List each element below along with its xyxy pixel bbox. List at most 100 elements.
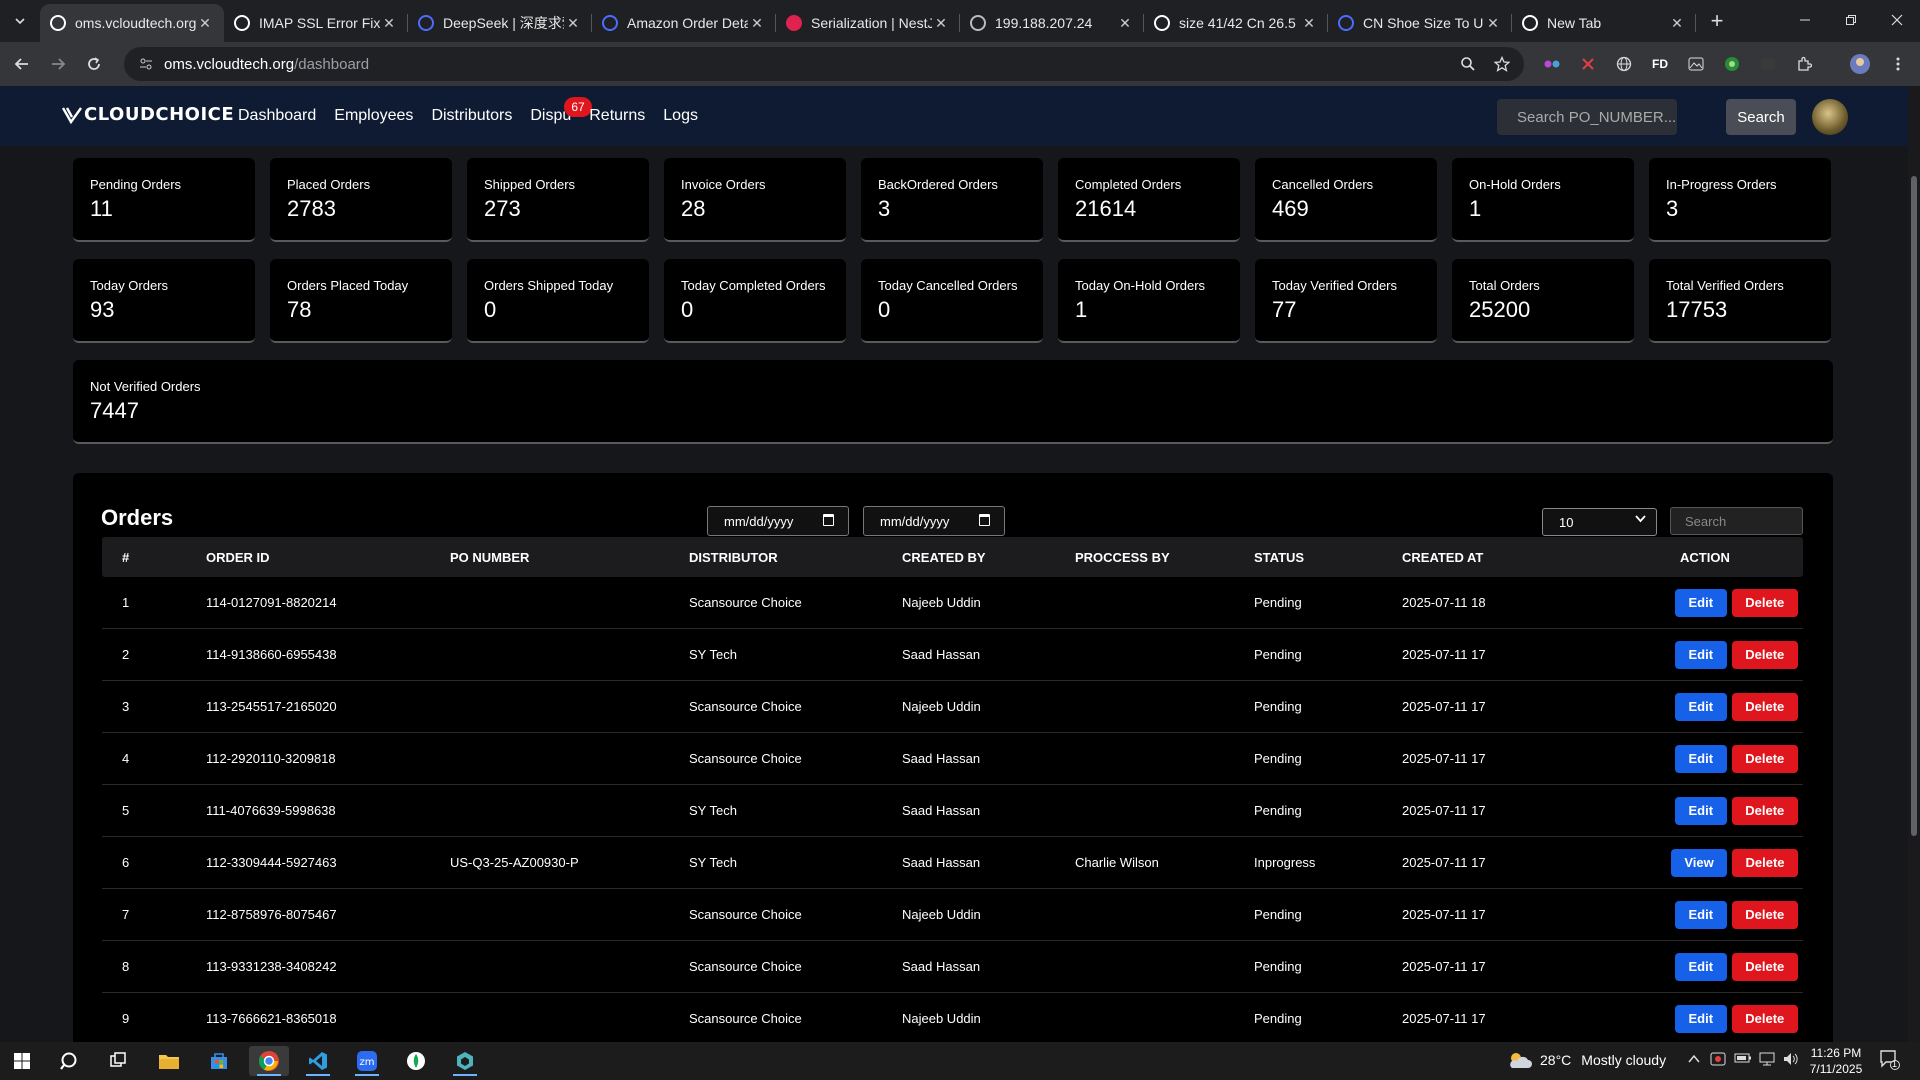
edit-button[interactable]: Edit xyxy=(1675,692,1727,721)
tray-app-icon[interactable] xyxy=(1710,1051,1726,1070)
browser-tab[interactable]: Serialization | NestJS ✕ xyxy=(776,4,960,42)
date-from-input[interactable]: mm/dd/yyyy xyxy=(707,506,849,536)
brand-logo[interactable]: CLOUDCHOICE xyxy=(62,104,234,125)
calendar-icon[interactable] xyxy=(979,514,990,526)
zoom-icon[interactable] xyxy=(1456,52,1480,76)
close-tab-icon[interactable]: ✕ xyxy=(1668,14,1686,32)
profile-avatar-icon[interactable] xyxy=(1848,52,1872,76)
po-search-button[interactable]: Search xyxy=(1726,99,1796,135)
nav-link-distributors[interactable]: Distributors xyxy=(431,107,512,125)
search-icon[interactable] xyxy=(50,1046,90,1076)
orders-search-input[interactable]: Search xyxy=(1670,507,1803,535)
volume-icon[interactable] xyxy=(1782,1051,1800,1070)
reload-icon[interactable] xyxy=(80,50,108,78)
close-tab-icon[interactable]: ✕ xyxy=(380,14,398,32)
mongodb-compass-icon[interactable] xyxy=(396,1046,436,1076)
po-number-search-input[interactable]: Search PO_NUMBER... xyxy=(1497,99,1677,135)
delete-button[interactable]: Delete xyxy=(1731,744,1798,773)
close-tab-icon[interactable]: ✕ xyxy=(196,14,214,32)
extensions-puzzle-icon[interactable] xyxy=(1792,52,1816,76)
system-clock[interactable]: 11:26 PM 7/11/2025 xyxy=(1804,1045,1868,1077)
close-tab-icon[interactable]: ✕ xyxy=(1300,14,1318,32)
edit-button[interactable]: Edit xyxy=(1675,952,1727,981)
close-tab-icon[interactable]: ✕ xyxy=(748,14,766,32)
delete-button[interactable]: Delete xyxy=(1731,796,1798,825)
delete-button[interactable]: Delete xyxy=(1732,848,1798,877)
file-explorer-icon[interactable] xyxy=(149,1046,189,1076)
order-id: 113-2545517-2165020 xyxy=(206,699,337,714)
browser-tab[interactable]: DeepSeek | 深度求索 ✕ xyxy=(408,4,592,42)
vscode-taskbar-icon[interactable] xyxy=(298,1046,338,1076)
calendar-icon[interactable] xyxy=(823,514,834,526)
orders-title: Orders xyxy=(101,505,174,530)
user-avatar[interactable] xyxy=(1812,99,1848,135)
delete-button[interactable]: Delete xyxy=(1731,1004,1798,1033)
app-cube-icon[interactable] xyxy=(445,1046,485,1076)
nav-link-logs[interactable]: Logs xyxy=(663,107,698,125)
stat-label: Total Orders xyxy=(1469,278,1540,293)
browser-tab[interactable]: size 41/42 Cn 26.5 - C✕ xyxy=(1144,4,1328,42)
date-to-input[interactable]: mm/dd/yyyy xyxy=(863,506,1005,536)
delete-button[interactable]: Delete xyxy=(1731,952,1798,981)
microsoft-store-icon[interactable] xyxy=(199,1046,239,1076)
delete-button[interactable]: Delete xyxy=(1731,640,1798,669)
delete-button[interactable]: Delete xyxy=(1731,692,1798,721)
nav-link-employees[interactable]: Employees xyxy=(334,107,413,125)
extension-glasses-icon[interactable] xyxy=(1540,52,1564,76)
page-size-select[interactable]: 10 xyxy=(1542,508,1657,536)
close-tab-icon[interactable]: ✕ xyxy=(1116,14,1134,32)
site-info-icon[interactable] xyxy=(138,56,154,72)
close-tab-icon[interactable]: ✕ xyxy=(564,14,582,32)
bookmark-star-icon[interactable] xyxy=(1490,52,1514,76)
task-view-icon[interactable] xyxy=(98,1046,138,1076)
nav-link-returns[interactable]: Returns xyxy=(589,107,645,125)
delete-button[interactable]: Delete xyxy=(1731,900,1798,929)
forward-icon[interactable] xyxy=(44,50,72,78)
browser-tab[interactable]: CN Shoe Size To US ✕ xyxy=(1328,4,1512,42)
start-windows-icon[interactable] xyxy=(2,1046,42,1076)
network-icon[interactable] xyxy=(1758,1051,1776,1070)
restore-icon[interactable] xyxy=(1828,0,1874,40)
extension-image-icon[interactable] xyxy=(1684,52,1708,76)
extension-green-icon[interactable] xyxy=(1720,52,1744,76)
edit-button[interactable]: Edit xyxy=(1675,744,1727,773)
stat-value: 1 xyxy=(1469,196,1482,221)
scrollbar-thumb[interactable] xyxy=(1911,176,1917,836)
extension-close-icon[interactable] xyxy=(1576,52,1600,76)
edit-button[interactable]: Edit xyxy=(1675,640,1727,669)
edit-button[interactable]: Edit xyxy=(1675,1004,1727,1033)
tray-chevron-up-icon[interactable] xyxy=(1688,1051,1700,1067)
notification-center-icon[interactable]: 1 xyxy=(1878,1048,1900,1073)
browser-tab[interactable]: IMAP SSL Error Fix ✕ xyxy=(224,4,408,42)
extension-globe-icon[interactable] xyxy=(1612,52,1636,76)
browser-menu-icon[interactable] xyxy=(1886,52,1910,76)
close-tab-icon[interactable]: ✕ xyxy=(932,14,950,32)
browser-tab[interactable]: Amazon Order Detail ✕ xyxy=(592,4,776,42)
minimize-icon[interactable] xyxy=(1782,0,1828,40)
new-tab-button[interactable]: + xyxy=(1702,6,1732,36)
address-bar[interactable]: oms.vcloudtech.org/dashboard xyxy=(124,47,1524,81)
nav-link-disputes[interactable]: Dispu 67 xyxy=(530,97,592,125)
chrome-taskbar-icon[interactable] xyxy=(249,1046,289,1076)
tab-search-icon[interactable] xyxy=(8,9,32,33)
browser-tab[interactable]: oms.vcloudtech.org/✕ xyxy=(40,4,224,42)
edit-button[interactable]: Edit xyxy=(1675,588,1727,617)
close-window-icon[interactable] xyxy=(1874,0,1920,40)
zoom-taskbar-icon[interactable]: zm xyxy=(347,1046,387,1076)
nav-link-dashboard[interactable]: Dashboard xyxy=(238,107,316,125)
weather-widget[interactable]: 28°C Mostly cloudy xyxy=(1506,1050,1666,1070)
edit-button[interactable]: Edit xyxy=(1675,900,1727,929)
battery-icon[interactable] xyxy=(1734,1051,1752,1068)
close-tab-icon[interactable]: ✕ xyxy=(1484,14,1502,32)
page-scrollbar[interactable] xyxy=(1908,86,1920,1042)
edit-button[interactable]: Edit xyxy=(1675,796,1727,825)
extension-fd-icon[interactable]: FD xyxy=(1648,52,1672,76)
stat-value: 273 xyxy=(484,196,521,221)
browser-tab[interactable]: New Tab ✕ xyxy=(1512,4,1696,42)
stats-row-3: Not Verified Orders 7447 xyxy=(73,360,1848,444)
extension-dark-icon[interactable] xyxy=(1756,52,1780,76)
delete-button[interactable]: Delete xyxy=(1731,588,1798,617)
browser-tab[interactable]: 199.188.207.24 ✕ xyxy=(960,4,1144,42)
view-button[interactable]: View xyxy=(1671,848,1728,877)
back-icon[interactable] xyxy=(8,50,36,78)
